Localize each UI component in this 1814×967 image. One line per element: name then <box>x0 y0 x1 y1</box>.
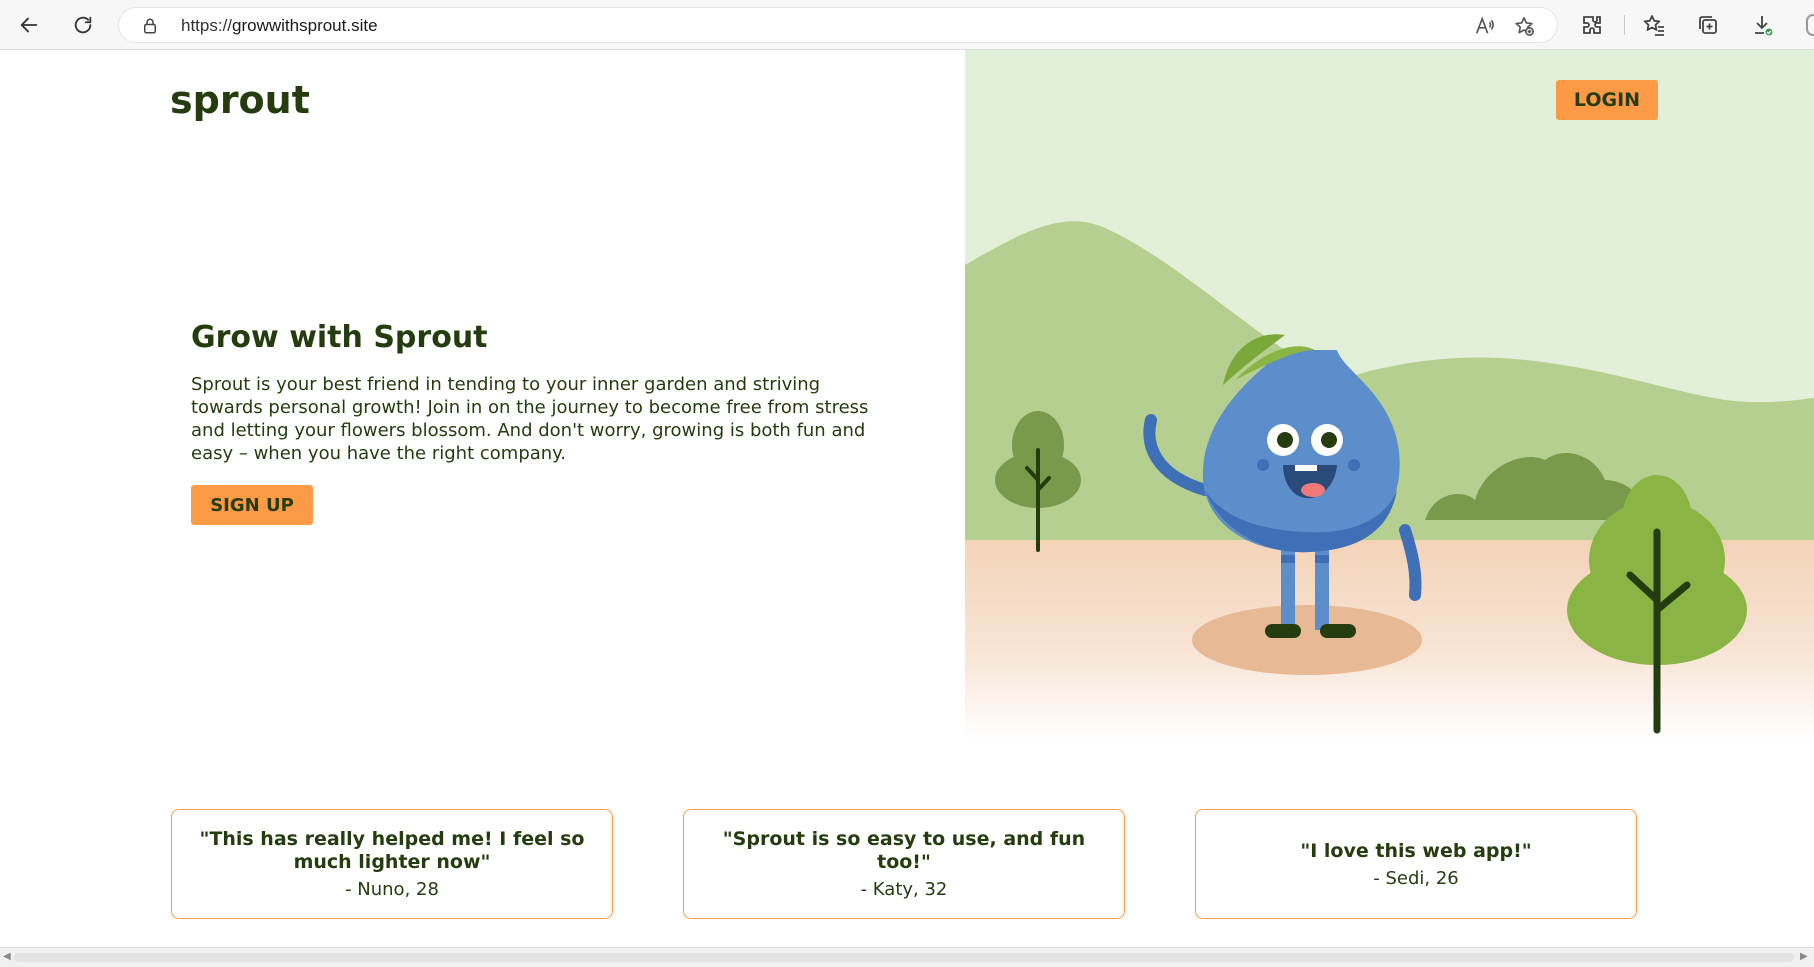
url-host: growwithsprout.site <box>232 16 378 35</box>
testimonial-card: "I love this web app!" - Sedi, 26 <box>1195 809 1637 919</box>
sprout-logo[interactable]: sprout <box>170 78 310 122</box>
url-text[interactable]: https://growwithsprout.site <box>181 16 378 36</box>
horizontal-scrollbar[interactable]: ◀ ▶ <box>0 947 1814 967</box>
profile-avatar[interactable] <box>1806 14 1814 36</box>
reload-button[interactable] <box>67 9 99 41</box>
reload-icon <box>74 16 92 34</box>
back-arrow-icon <box>20 17 38 33</box>
collections-icon[interactable] <box>1696 13 1720 37</box>
testimonial-card: "This has really helped me! I feel so mu… <box>171 809 613 919</box>
testimonial-quote: "I love this web app!" <box>1300 839 1532 862</box>
scrollbar-thumb[interactable] <box>14 953 1794 962</box>
url-prefix: https:// <box>181 16 233 35</box>
testimonial-author: - Nuno, 28 <box>345 879 439 900</box>
read-aloud-icon[interactable] <box>1473 15 1495 37</box>
page: sprout Grow with Sprout Sprout is your b… <box>0 50 1814 947</box>
favorites-icon[interactable] <box>1642 13 1666 37</box>
testimonial-author: - Sedi, 26 <box>1373 867 1459 889</box>
hero-section: Grow with Sprout Sprout is your best fri… <box>191 320 891 465</box>
favorite-add-icon[interactable] <box>1513 15 1535 37</box>
testimonial-author: - Katy, 32 <box>860 879 948 900</box>
hero-illustration <box>965 50 1814 740</box>
extensions-icon[interactable] <box>1580 13 1604 37</box>
scroll-left-icon[interactable]: ◀ <box>3 951 11 962</box>
scroll-right-icon[interactable]: ▶ <box>1800 951 1808 962</box>
address-bar[interactable]: https://growwithsprout.site <box>118 7 1558 43</box>
toolbar-separator <box>1624 15 1625 35</box>
testimonial-quote: "This has really helped me! I feel so mu… <box>199 828 585 873</box>
back-button[interactable] <box>13 9 45 41</box>
testimonial-quote: "Sprout is so easy to use, and fun too!" <box>722 828 1086 873</box>
login-button[interactable]: LOGIN <box>1556 80 1658 120</box>
lock-icon[interactable] <box>141 17 159 35</box>
hero-description: Sprout is your best friend in tending to… <box>191 374 869 464</box>
testimonial-card: "Sprout is so easy to use, and fun too!"… <box>683 809 1125 919</box>
downloads-icon[interactable] <box>1750 13 1774 37</box>
signup-button[interactable]: SIGN UP <box>191 485 313 525</box>
browser-toolbar: https://growwithsprout.site <box>0 0 1814 50</box>
hero-title: Grow with Sprout <box>191 320 488 355</box>
